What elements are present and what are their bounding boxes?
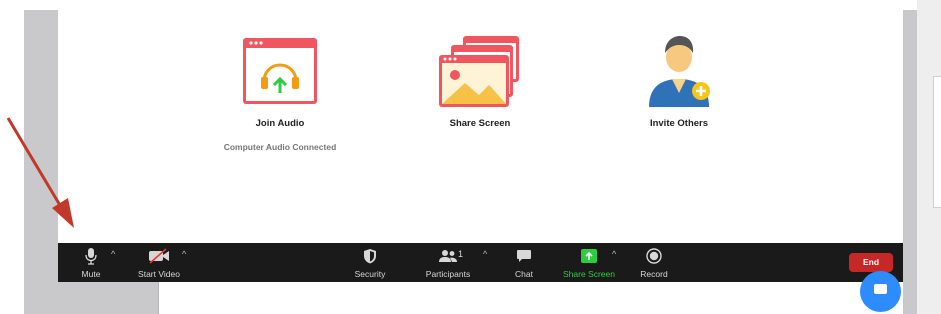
chat-button[interactable]: Chat <box>510 246 538 280</box>
invite-others-action[interactable]: Invite Others <box>604 35 754 129</box>
help-chat-button[interactable] <box>860 271 901 312</box>
end-meeting-button[interactable]: End <box>849 253 893 272</box>
mute-label: Mute <box>81 269 101 279</box>
invite-others-card[interactable] <box>639 35 719 107</box>
share-screen-button[interactable]: Share Screen <box>561 246 617 280</box>
background-document-page <box>158 282 904 314</box>
participants-icon <box>439 250 457 262</box>
join-audio-card[interactable] <box>240 35 320 107</box>
background-right-strip <box>917 0 941 314</box>
participants-count: 1 <box>458 249 464 259</box>
background-right-panel <box>903 10 917 314</box>
record-icon <box>646 248 662 264</box>
record-label: Record <box>640 269 668 279</box>
video-off-icon <box>149 248 169 264</box>
meeting-content: Join Audio Computer Audio Connected Shar… <box>58 10 903 243</box>
gallery-icon <box>439 36 519 107</box>
shield-icon <box>364 249 376 264</box>
mute-button[interactable]: Mute <box>76 246 106 280</box>
background-bottom-left <box>58 282 158 314</box>
chat-icon <box>517 250 531 262</box>
start-video-button[interactable]: Start Video <box>134 246 184 280</box>
join-audio-label: Join Audio <box>255 118 305 129</box>
meeting-window: Join Audio Computer Audio Connected Shar… <box>58 10 903 282</box>
security-label: Security <box>354 269 386 279</box>
participants-label: Participants <box>425 269 471 279</box>
headphones-icon <box>243 38 317 104</box>
security-button[interactable]: Security <box>350 246 390 280</box>
participants-button[interactable]: Participants <box>422 246 474 280</box>
meeting-toolbar: Mute ^ Start Video ^ Security Participan… <box>58 243 903 282</box>
share-screen-card[interactable] <box>435 35 525 107</box>
mute-options-caret[interactable]: ^ <box>111 249 115 259</box>
share-screen-label: Share Screen <box>449 118 511 129</box>
invite-others-label: Invite Others <box>649 118 709 129</box>
share-options-caret[interactable]: ^ <box>612 249 616 259</box>
chat-bubble-icon <box>874 284 887 294</box>
record-button[interactable]: Record <box>636 246 672 280</box>
microphone-icon <box>85 248 97 265</box>
video-options-caret[interactable]: ^ <box>182 249 186 259</box>
share-arrow-icon <box>581 249 597 263</box>
background-left-panel <box>24 10 58 314</box>
share-screen-toolbar-label: Share Screen <box>563 269 615 279</box>
join-audio-action[interactable]: Join Audio Computer Audio Connected <box>205 35 355 152</box>
add-person-icon <box>649 36 710 107</box>
background-sliver <box>933 76 941 208</box>
audio-status-text: Computer Audio Connected <box>223 142 337 152</box>
participants-options-caret[interactable]: ^ <box>483 249 487 259</box>
chat-label: Chat <box>515 269 533 279</box>
start-video-label: Start Video <box>138 269 180 279</box>
share-screen-action[interactable]: Share Screen <box>405 35 555 129</box>
